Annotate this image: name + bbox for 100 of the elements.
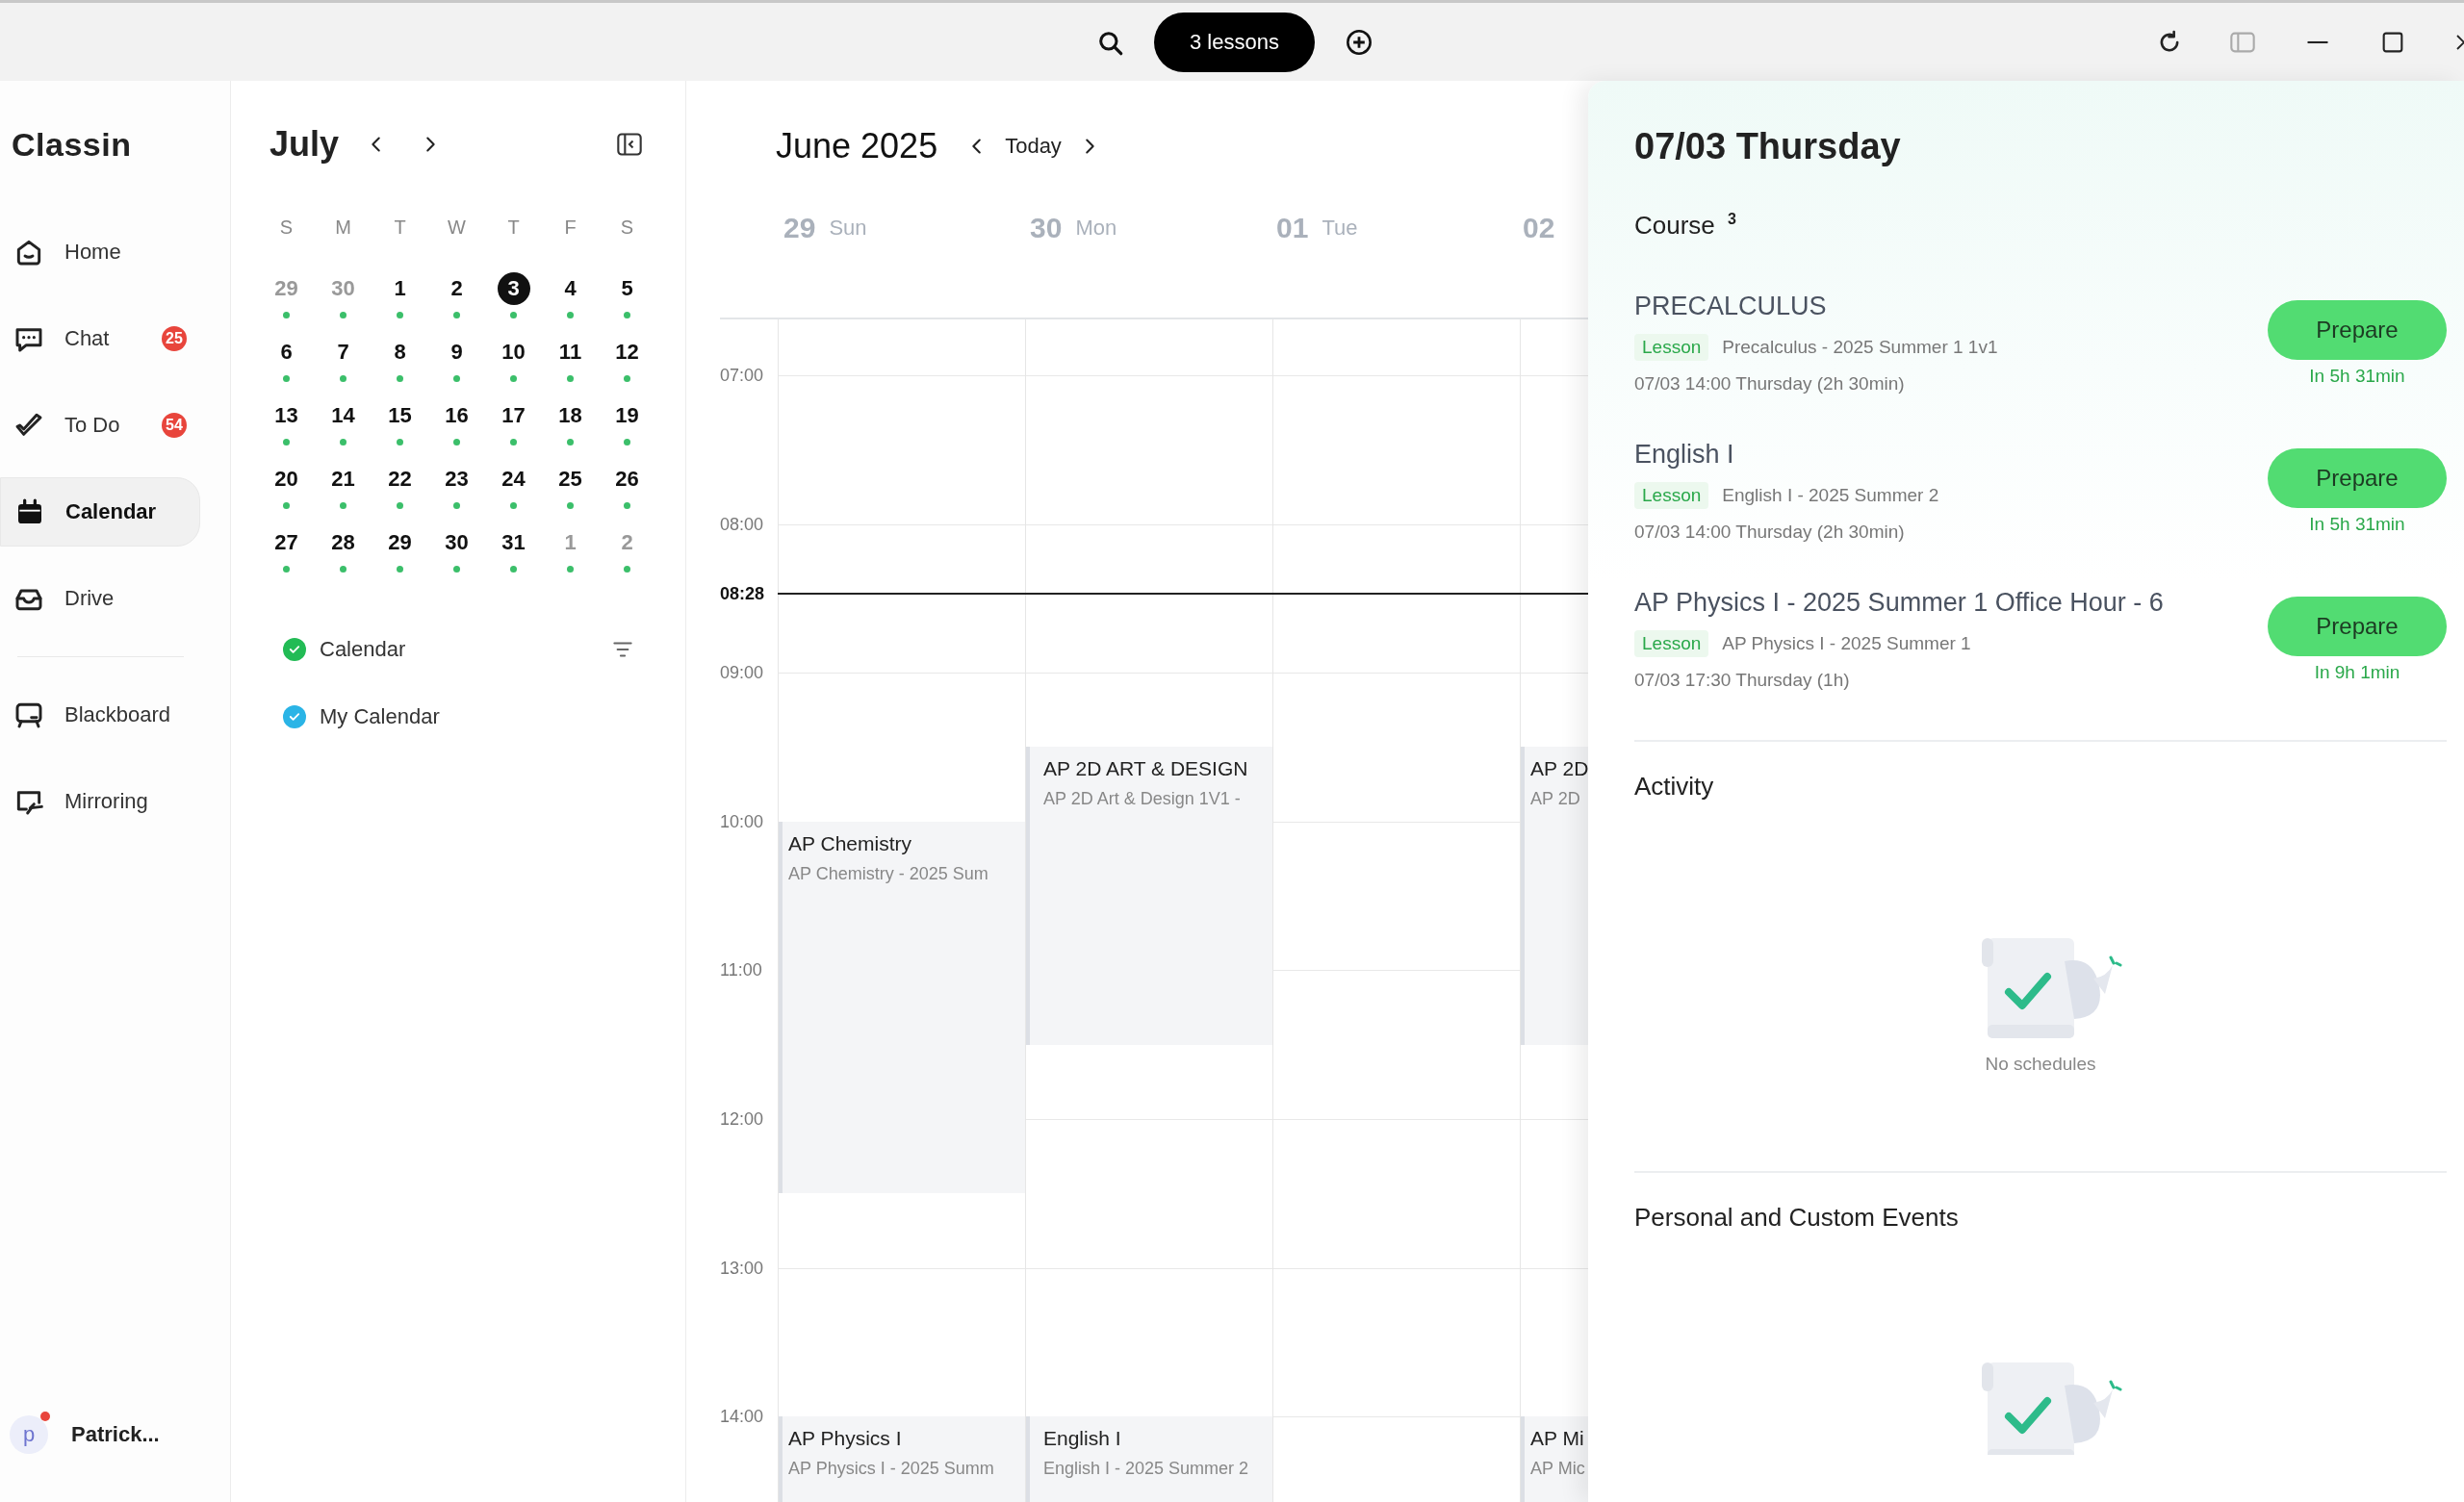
event-card[interactable]: AP Physics I AP Physics I - 2025 Summ	[779, 1416, 1025, 1502]
calendar-day[interactable]: 16	[440, 399, 474, 432]
calendar-day[interactable]: 5	[610, 272, 644, 305]
time-label: 13:00	[720, 1257, 764, 1279]
prepare-button[interactable]: Prepare	[2268, 299, 2447, 360]
calendar-day[interactable]: 22	[383, 463, 417, 496]
course-subtitle: Precalculus - 2025 Summer 1 1v1	[1722, 336, 1998, 358]
course-subtitle: English I - 2025 Summer 2	[1722, 484, 1939, 506]
nav-item[interactable]: Chat 25	[0, 304, 200, 373]
nav-item[interactable]: Calendar	[0, 477, 200, 547]
course-subtitle: AP Physics I - 2025 Summer 1	[1722, 632, 1971, 654]
event-title: AP 2D ART & DESIGN	[1043, 756, 1249, 782]
calendar-day[interactable]: 10	[497, 336, 530, 369]
calendar-day[interactable]: 13	[270, 399, 303, 432]
month-title: June 2025	[776, 126, 938, 166]
calendar-day[interactable]: 7	[326, 336, 360, 369]
event-subtitle: AP Physics I - 2025 Summ	[788, 1459, 995, 1480]
month-title: July	[270, 124, 340, 165]
today-button[interactable]: Today	[1005, 134, 1062, 159]
day-number: 02	[1523, 212, 1555, 244]
countdown-text: In 5h 31min	[2309, 512, 2405, 536]
time-label: 11:00	[720, 959, 762, 981]
calendar-day[interactable]: 24	[497, 463, 530, 496]
event-card[interactable]: AP 2D AP 2D	[1521, 747, 1588, 1045]
unread-badge: 25	[162, 326, 187, 351]
lessons-button[interactable]: 3 lessons	[1154, 12, 1315, 72]
calendar-day[interactable]: 30	[440, 526, 474, 559]
empty-message: No schedules	[1985, 1053, 2096, 1075]
time-label: 14:00	[720, 1406, 764, 1428]
calendar-day[interactable]: 25	[553, 463, 587, 496]
calendar-day[interactable]: 15	[383, 399, 417, 432]
weekday-label: T	[394, 216, 406, 239]
user-name: Patrick...	[71, 1422, 160, 1447]
day-number: 01	[1276, 212, 1309, 244]
calendar-day[interactable]: 4	[553, 272, 587, 305]
weekday-label: S	[279, 216, 294, 239]
event-card[interactable]: AP 2D ART & DESIGN AP 2D Art & Design 1V1 -	[1026, 747, 1272, 1045]
section-heading: Course $^{3}$	[1634, 209, 1737, 242]
prepare-button[interactable]: Prepare	[2268, 596, 2447, 656]
calendar-day[interactable]: 28	[326, 526, 360, 559]
calendar-day[interactable]: 17	[497, 399, 530, 432]
add-icon[interactable]	[1346, 28, 1373, 56]
calendar-day[interactable]: 9	[440, 336, 474, 369]
calendar-day[interactable]: 11	[553, 336, 587, 369]
nav-item[interactable]: Mirroring	[0, 767, 200, 836]
event-card[interactable]: AP Mi AP Mic	[1521, 1416, 1588, 1502]
calendar-day[interactable]: 20	[270, 463, 303, 496]
calendar-name: My Calendar	[320, 704, 441, 729]
calendar-day[interactable]: 2	[440, 272, 474, 305]
event-subtitle: English I - 2025 Summer 2	[1043, 1459, 1250, 1480]
event-subtitle: AP 2D Art & Design 1V1 -	[1043, 789, 1242, 810]
calendar-day[interactable]: 1	[383, 272, 417, 305]
calendar-day[interactable]: 18	[553, 399, 587, 432]
lesson-tag: Lesson	[1634, 333, 1709, 361]
event-title: AP Chemistry	[788, 830, 912, 856]
nav-item[interactable]: Home	[0, 217, 200, 287]
collapse-panel-icon[interactable]	[616, 131, 643, 158]
day-number: 30	[1030, 212, 1063, 244]
event-subtitle: AP Mic	[1530, 1459, 1586, 1480]
calendar-day[interactable]: 8	[383, 336, 417, 369]
event-title: AP Mi	[1530, 1426, 1585, 1452]
nav-item[interactable]: Blackboard	[0, 680, 200, 750]
weekday-label: T	[507, 216, 520, 239]
countdown-text: In 9h 1min	[2314, 660, 2400, 684]
calendar-day[interactable]: 29	[383, 526, 417, 559]
app-logo: Classin	[12, 125, 132, 164]
nav-item[interactable]: Drive	[0, 564, 200, 633]
time-label: 10:00	[720, 810, 764, 832]
time-label: 08:00	[720, 513, 764, 535]
section-heading: Activity	[1634, 770, 1715, 802]
nav-item[interactable]: To Do 54	[0, 391, 200, 460]
event-title: AP 2D	[1530, 756, 1588, 782]
weekday-label: F	[564, 216, 577, 239]
calendar-checkbox[interactable]	[283, 638, 306, 661]
prepare-button[interactable]: Prepare	[2268, 447, 2447, 508]
current-time-label: 08:28	[720, 582, 765, 604]
calendar-name: Calendar	[320, 637, 407, 662]
weekday-label: Mon	[1075, 215, 1117, 242]
calendar-day[interactable]: 26	[610, 463, 644, 496]
event-subtitle: AP Chemistry - 2025 Sum	[788, 863, 989, 884]
calendar-day[interactable]: 23	[440, 463, 474, 496]
calendar-day[interactable]: 27	[270, 526, 303, 559]
check-icon	[288, 643, 301, 656]
unread-badge: 54	[162, 413, 187, 438]
event-card[interactable]: AP Chemistry AP Chemistry - 2025 Sum	[779, 821, 1025, 1194]
course-time: 07/03 14:00 Thursday (2h 30min)	[1634, 371, 1906, 395]
calendar-day[interactable]: 3	[497, 272, 530, 305]
calendar-day[interactable]: 6	[270, 336, 303, 369]
calendar-day[interactable]: 21	[326, 463, 360, 496]
day-title: 07/03 Thursday	[1634, 125, 1902, 167]
calendar-day[interactable]: 12	[610, 336, 644, 369]
calendar-day[interactable]: 31	[497, 526, 530, 559]
course-time: 07/03 17:30 Thursday (1h)	[1634, 668, 1851, 692]
calendar-day[interactable]: 14	[326, 399, 360, 432]
event-card[interactable]: English I English I - 2025 Summer 2	[1026, 1416, 1272, 1502]
weekday-label: S	[620, 216, 634, 239]
calendar-day[interactable]: 19	[610, 399, 644, 432]
weekday-label: Sun	[829, 215, 867, 242]
time-label: 12:00	[720, 1107, 764, 1130]
calendar-checkbox[interactable]	[283, 705, 306, 728]
